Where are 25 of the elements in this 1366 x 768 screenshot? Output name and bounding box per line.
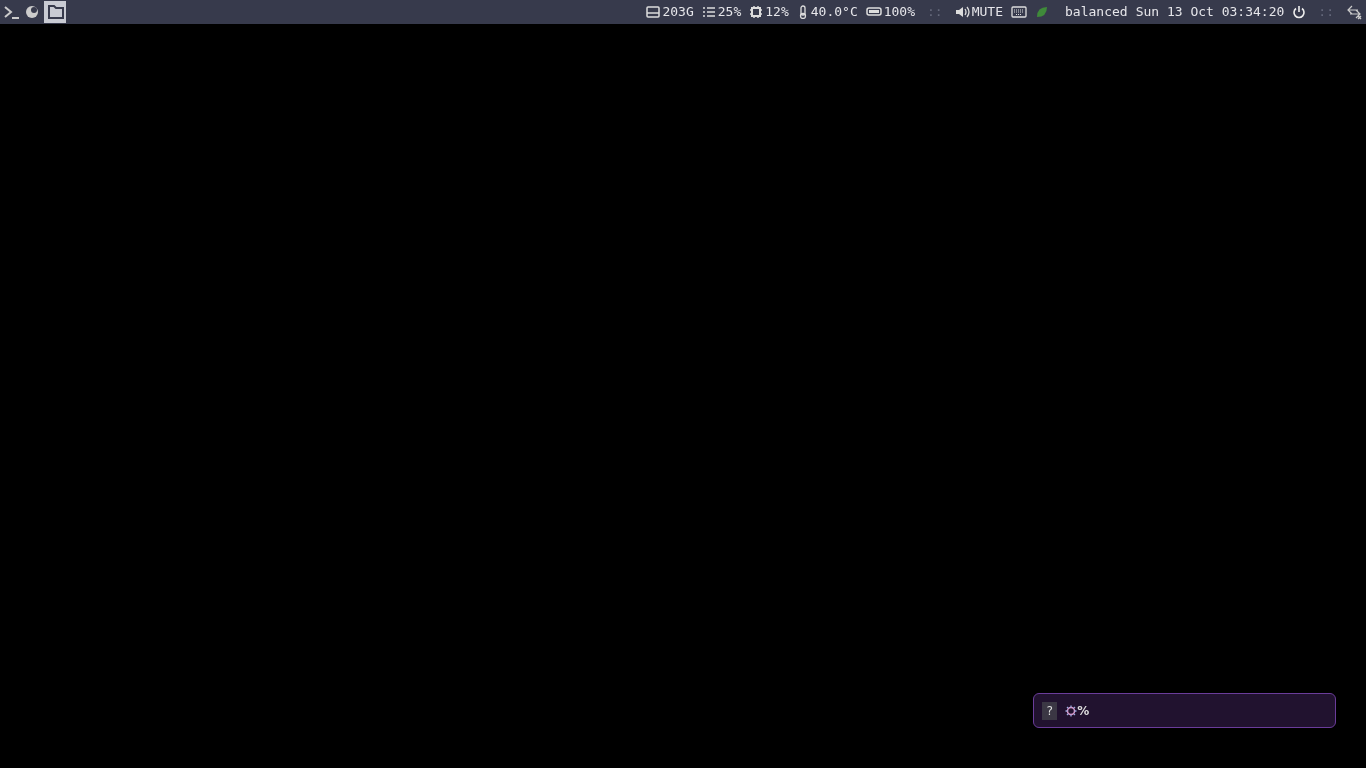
- separator: ::: [927, 3, 943, 22]
- drive-icon: [646, 5, 661, 19]
- status-text: 25%: [717, 3, 742, 22]
- power-icon[interactable]: [1292, 5, 1307, 19]
- network-icon: [1346, 4, 1362, 20]
- moon-icon[interactable]: [24, 4, 40, 20]
- gear-icon: [1065, 704, 1078, 717]
- chip-icon: [749, 5, 764, 19]
- battery-icon: [865, 5, 882, 19]
- status-text: 12%: [765, 3, 789, 22]
- status-text: MUTE: [971, 3, 1003, 22]
- folder-icon[interactable]: [44, 1, 66, 23]
- separator: ::: [1318, 3, 1334, 22]
- clock: Sun 13 Oct 03:34:20: [1135, 3, 1285, 22]
- status-text: balanced: [1065, 3, 1128, 22]
- status-text: 100%: [883, 3, 916, 22]
- speaker-icon: [954, 5, 970, 19]
- status-text: 203G: [662, 3, 694, 22]
- status-text: 40.0°C: [810, 3, 858, 22]
- leaf-icon: [1035, 5, 1049, 19]
- list-icon: [701, 5, 716, 19]
- notification-badge: ?: [1042, 701, 1058, 720]
- notification-text: %: [1077, 702, 1090, 720]
- terminal-icon[interactable]: [4, 4, 20, 20]
- keyboard-icon: [1011, 5, 1027, 19]
